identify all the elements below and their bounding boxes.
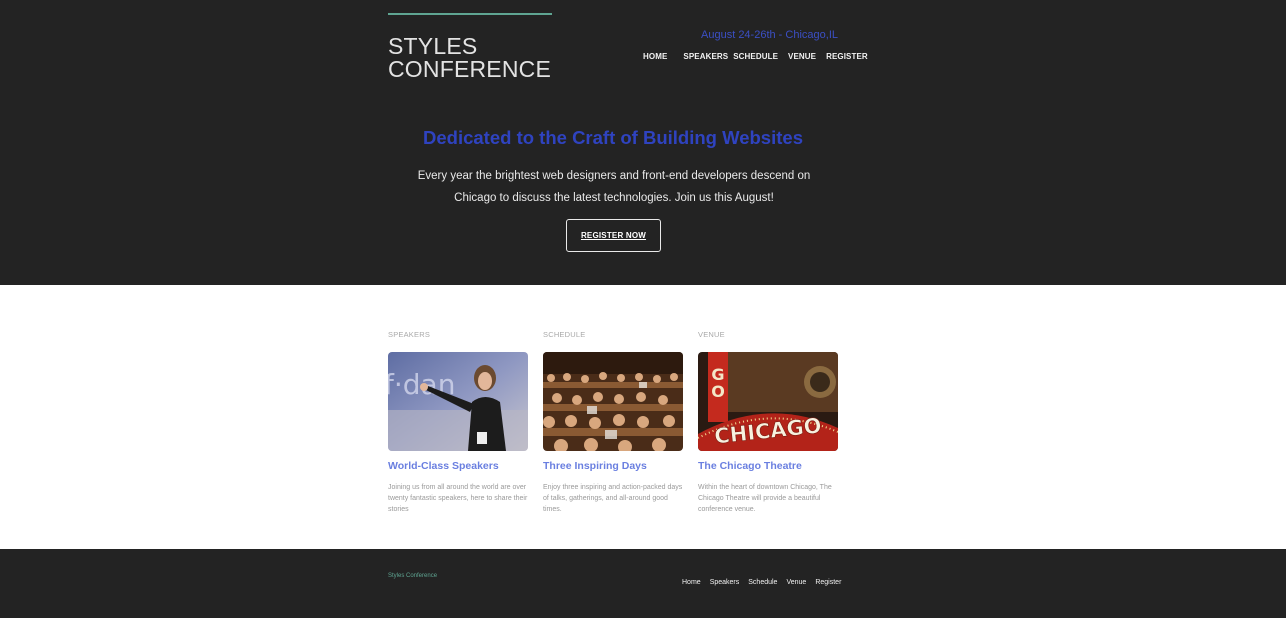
card-description: Enjoy three inspiring and action-packed … — [543, 484, 683, 513]
date-location: August 24-26th - Chicago,IL — [701, 29, 838, 41]
nav-speakers[interactable]: SPEAKERS — [683, 52, 728, 61]
nav-home[interactable]: HOME — [643, 52, 667, 61]
card-label: SCHEDULE — [543, 330, 586, 339]
card-venue: VENUE GO CHICAGO The Chicago Theatre Wit… — [698, 330, 838, 515]
card-label: VENUE — [698, 330, 725, 339]
footer-nav-speakers[interactable]: Speakers — [710, 579, 740, 586]
nav-schedule[interactable]: SCHEDULE — [733, 52, 778, 61]
logo-accent-bar — [388, 13, 552, 15]
audience-photo-icon — [543, 352, 683, 451]
primary-nav: HOME SPEAKERS SCHEDULE VENUE REGISTER — [643, 52, 868, 61]
site-footer: Styles Conference Home Speakers Schedule… — [0, 549, 1286, 618]
chicago-theatre-photo-icon: GO CHICAGO — [698, 352, 838, 451]
hero-section: STYLES CONFERENCE August 24-26th - Chica… — [0, 0, 1286, 285]
card-description: Joining us from all around the world are… — [388, 484, 528, 513]
card-label: SPEAKERS — [388, 330, 431, 339]
site-logo[interactable]: STYLES CONFERENCE — [388, 35, 551, 81]
card-description: Within the heart of downtown Chicago, Th… — [698, 484, 832, 513]
card-speakers: SPEAKERS f·dan — [388, 330, 528, 515]
schedule-image[interactable] — [543, 352, 683, 451]
card-schedule: SCHEDULE Three Inspiring Days Enjoy thre… — [543, 330, 683, 515]
nav-venue[interactable]: VENUE — [788, 52, 816, 61]
card-title[interactable]: The Chicago Theatre — [698, 460, 838, 472]
venue-sign-vertical: GO — [709, 365, 728, 399]
register-now-button[interactable]: REGISTER NOW — [566, 219, 661, 252]
footer-nav-register[interactable]: Register — [815, 579, 841, 586]
footer-nav-venue[interactable]: Venue — [786, 579, 806, 586]
nav-register[interactable]: REGISTER — [826, 52, 868, 61]
logo-line-2: CONFERENCE — [388, 56, 552, 82]
footer-nav-schedule[interactable]: Schedule — [748, 579, 777, 586]
hero-description: Every year the brightest web designers a… — [417, 170, 811, 204]
logo-line-1: STYLES — [388, 33, 478, 59]
footer-brand: Styles Conference — [388, 573, 438, 579]
card-title[interactable]: Three Inspiring Days — [543, 460, 683, 472]
speakers-image[interactable]: f·dan — [388, 352, 528, 451]
footer-nav-home[interactable]: Home — [682, 579, 701, 586]
venue-image[interactable]: GO CHICAGO — [698, 352, 838, 451]
speaker-photo-icon: f·dan — [388, 352, 528, 451]
hero-title: Dedicated to the Craft of Building Websi… — [423, 127, 803, 148]
footer-nav: Home Speakers Schedule Venue Register — [682, 579, 841, 586]
card-title[interactable]: World-Class Speakers — [388, 460, 528, 472]
